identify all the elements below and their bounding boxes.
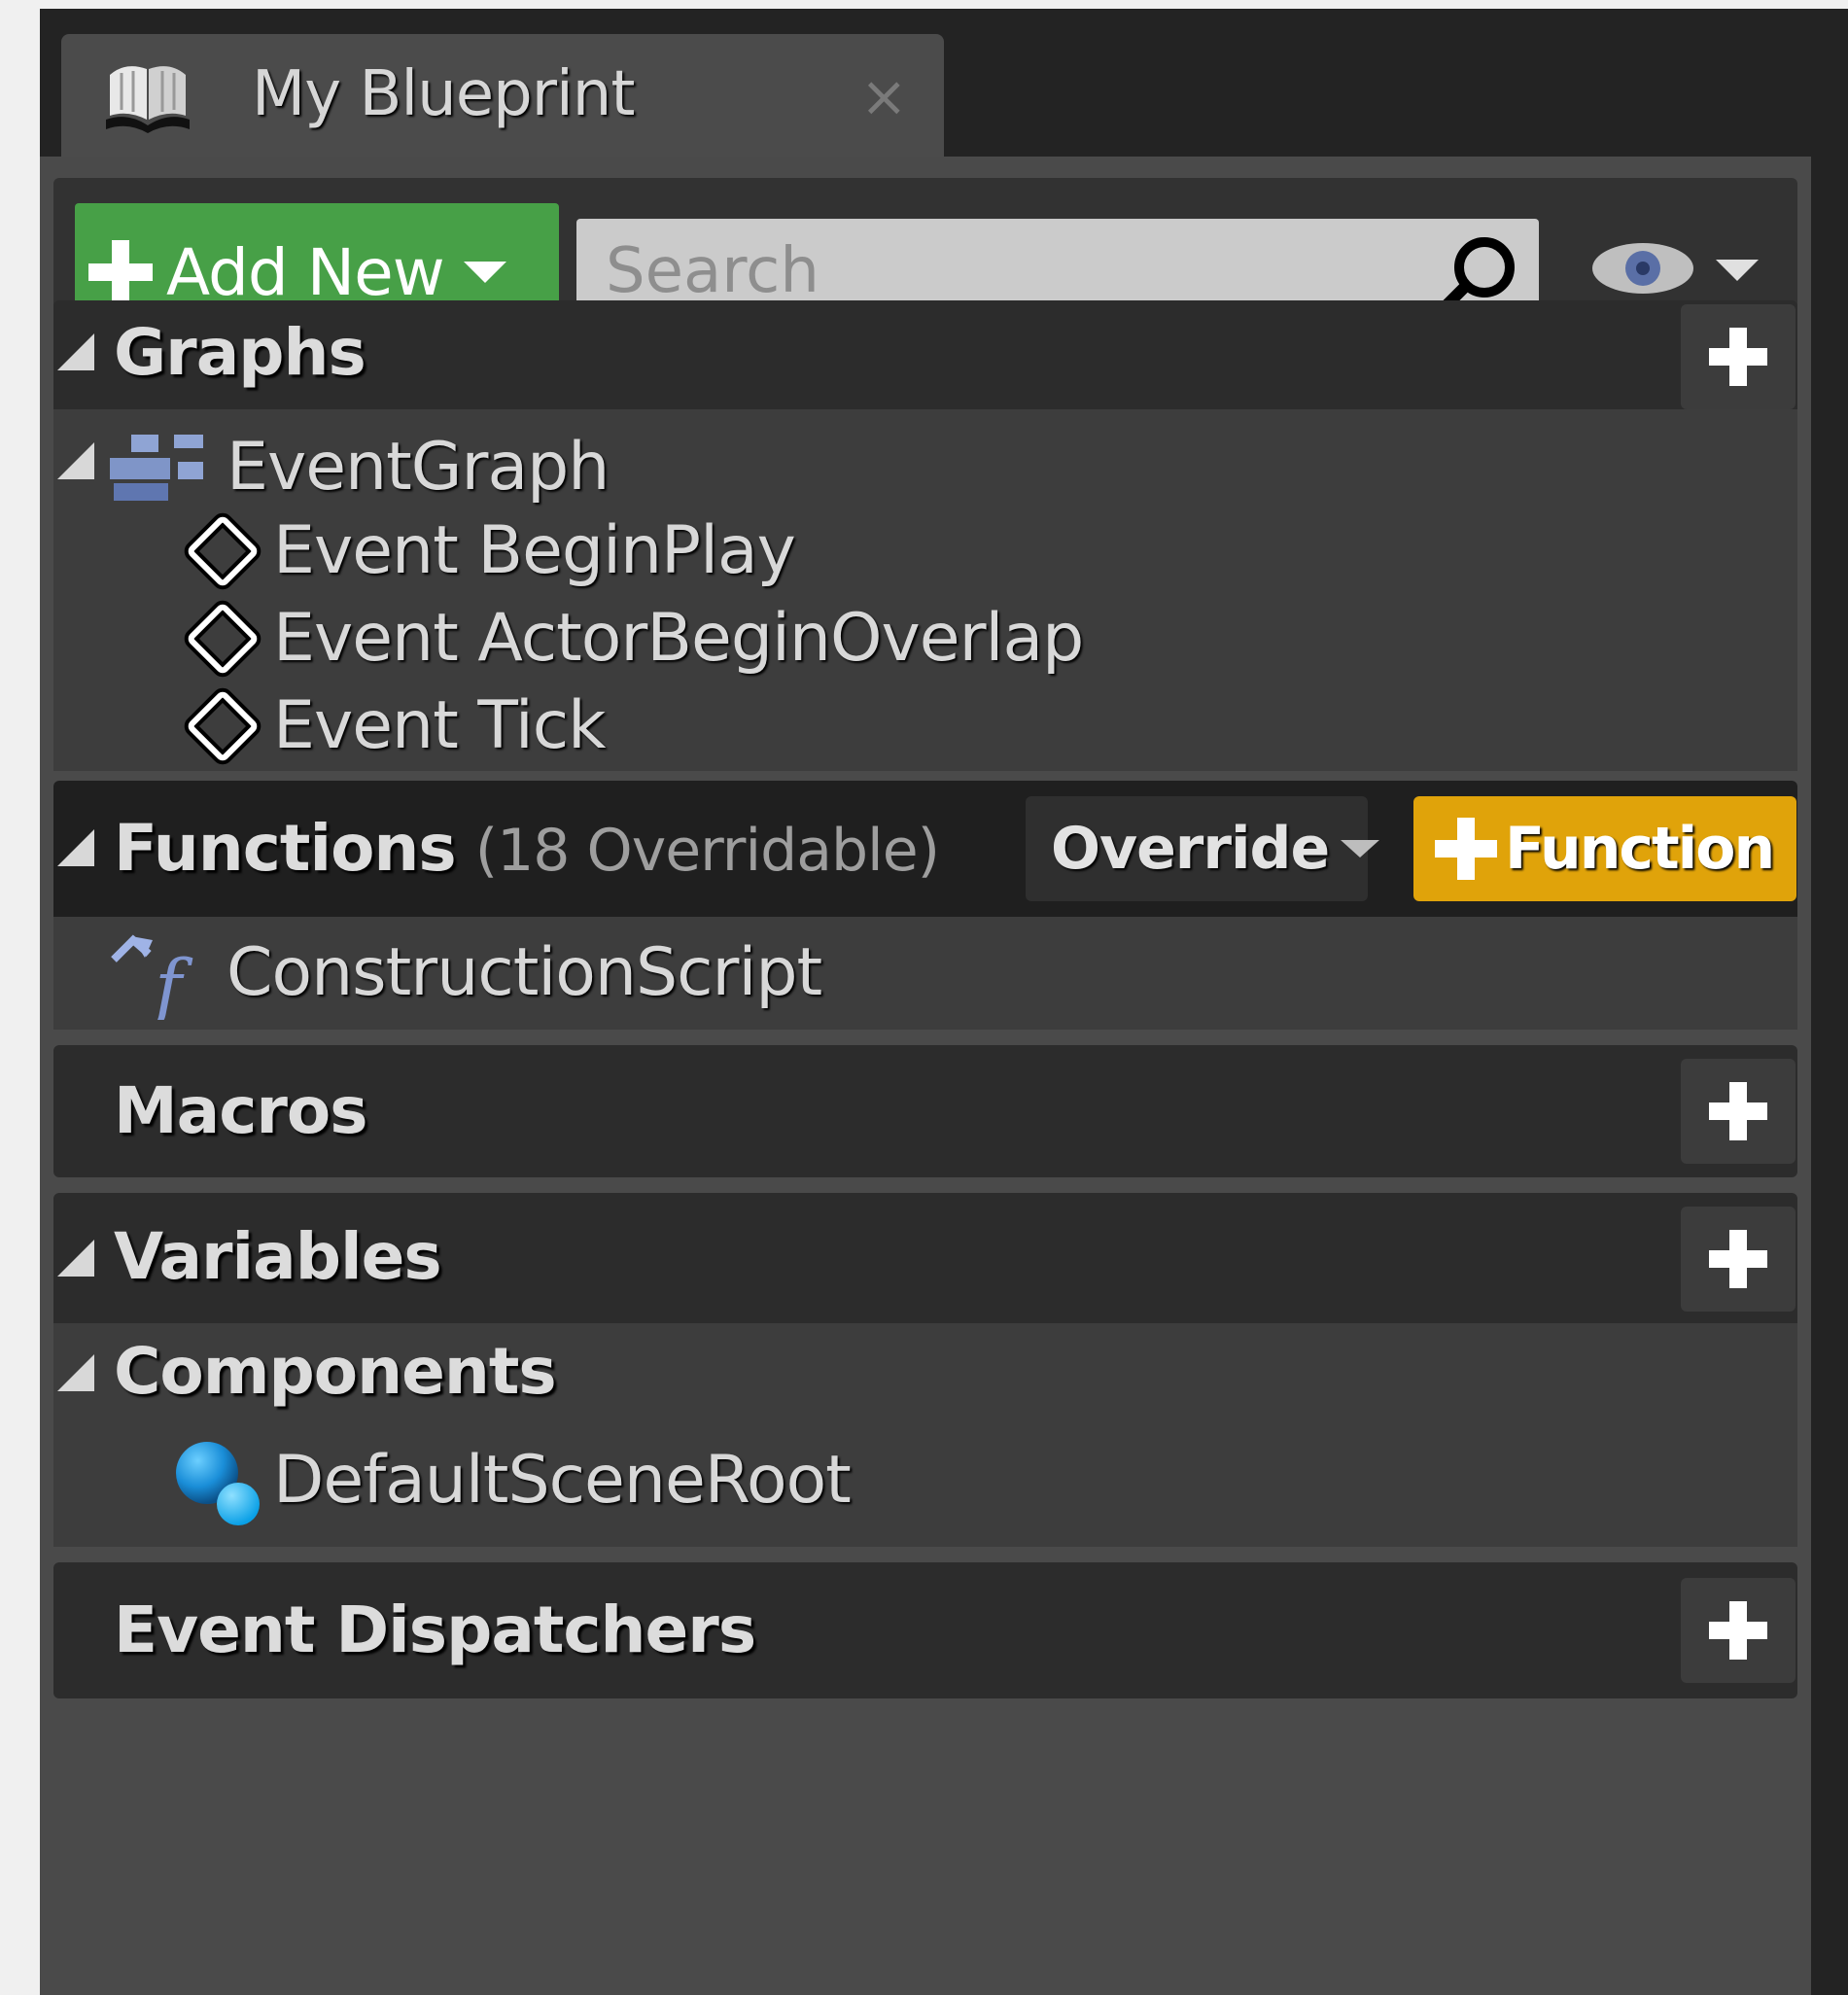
overridable-count: (18 Overridable)	[474, 817, 940, 885]
macros-header[interactable]: Macros	[53, 1045, 1797, 1177]
svg-text:f: f	[150, 943, 193, 1020]
panel-content: Add New Search Graphs EventGraph Event B…	[40, 157, 1811, 1995]
scene-component-icon	[176, 1442, 260, 1525]
functions-title: Functions (18 Overridable)	[114, 800, 940, 899]
event-item[interactable]: Event BeginPlay	[273, 503, 796, 600]
variables-list: Components DefaultSceneRoot	[53, 1323, 1797, 1547]
event-dispatchers-header[interactable]: Event Dispatchers	[53, 1562, 1797, 1698]
graphs-header[interactable]: Graphs	[53, 300, 1797, 409]
plus-icon	[88, 240, 153, 304]
chevron-down-icon	[1341, 840, 1380, 858]
plus-icon	[1435, 818, 1497, 880]
variables-title: Variables	[114, 1219, 442, 1294]
graphs-title: Graphs	[114, 315, 366, 390]
event-diamond-icon	[184, 687, 262, 765]
eye-icon[interactable]	[1589, 234, 1696, 302]
event-graph-icon	[110, 435, 203, 501]
add-graph-button[interactable]	[1681, 304, 1796, 409]
divider	[53, 1030, 1797, 1045]
close-icon[interactable]: ×	[860, 55, 908, 137]
functions-header[interactable]: Functions (18 Overridable) Override Funct…	[53, 781, 1797, 917]
functions-list: f ConstructionScript	[53, 917, 1797, 1030]
tab-my-blueprint[interactable]: My Blueprint ×	[61, 34, 944, 162]
collapse-arrow-icon[interactable]	[57, 333, 94, 370]
divider	[53, 1177, 1797, 1193]
book-icon	[106, 66, 190, 133]
event-diamond-icon	[184, 600, 262, 678]
event-item[interactable]: Event ActorBeginOverlap	[273, 590, 1084, 687]
collapse-arrow-icon[interactable]	[57, 1240, 94, 1277]
add-variable-button[interactable]	[1681, 1207, 1796, 1312]
functions-title-text: Functions	[114, 811, 457, 886]
collapse-arrow-icon[interactable]	[57, 1354, 94, 1391]
macros-title: Macros	[114, 1073, 368, 1148]
components-title: Components	[114, 1334, 557, 1409]
add-new-label: Add New	[166, 234, 445, 310]
event-item[interactable]: Event Tick	[273, 678, 607, 775]
chevron-down-icon	[463, 262, 506, 283]
event-graph-label[interactable]: EventGraph	[227, 419, 610, 516]
function-icon: f	[111, 934, 193, 1020]
function-item[interactable]: ConstructionScript	[227, 925, 822, 1022]
collapse-arrow-icon[interactable]	[57, 442, 94, 479]
add-function-button[interactable]: Function	[1413, 796, 1796, 901]
divider	[53, 1547, 1797, 1562]
variables-header[interactable]: Variables	[53, 1193, 1797, 1323]
add-macro-button[interactable]	[1681, 1059, 1796, 1164]
event-diamond-icon	[184, 512, 262, 590]
override-label: Override	[1051, 815, 1330, 883]
tab-title: My Blueprint	[252, 58, 635, 130]
event-dispatchers-title: Event Dispatchers	[114, 1592, 756, 1667]
collapse-arrow-icon[interactable]	[57, 829, 94, 866]
add-event-dispatcher-button[interactable]	[1681, 1578, 1796, 1683]
override-button[interactable]: Override	[1026, 796, 1380, 901]
visibility-dropdown-icon[interactable]	[1716, 260, 1759, 281]
function-label: Function	[1505, 815, 1775, 883]
my-blueprint-panel: My Blueprint × Add New Search Graphs Eve…	[40, 9, 1848, 1995]
graphs-list: EventGraph Event BeginPlay Event ActorBe…	[53, 409, 1797, 771]
component-item[interactable]: DefaultSceneRoot	[273, 1432, 852, 1529]
